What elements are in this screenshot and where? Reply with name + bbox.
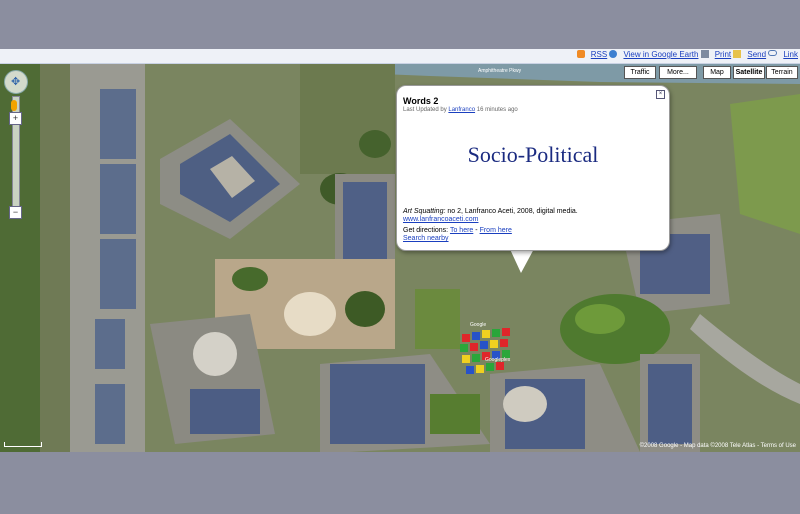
- zoom-in-button[interactable]: +: [9, 112, 22, 125]
- pan-arrows-icon: ✥: [11, 76, 21, 88]
- google-earth-icon: [609, 50, 618, 58]
- rss-link[interactable]: RSS: [591, 50, 607, 59]
- toolbar-links: RSS View in Google Earth Print Send Link: [576, 50, 798, 59]
- map-label-googleplex: Googleplex: [485, 357, 511, 363]
- artwork-title: Art Squatting:: [403, 208, 446, 215]
- search-nearby-link[interactable]: Search nearby: [403, 235, 449, 242]
- send-icon: [733, 50, 742, 58]
- map-type-map-button[interactable]: Map: [703, 66, 731, 79]
- updated-time: 16 minutes ago: [476, 107, 518, 113]
- artwork-details: no 2, Lanfranco Aceti, 2008, digital med…: [445, 208, 578, 215]
- map-toolbar: RSS View in Google Earth Print Send Link: [0, 49, 800, 64]
- close-icon[interactable]: ×: [656, 90, 665, 99]
- info-window: × Words 2 Last Updated by Lanfranco 16 m…: [396, 85, 670, 251]
- map-type-satellite-button[interactable]: Satellite: [733, 66, 765, 79]
- last-updated: Last Updated by Lanfranco 16 minutes ago: [403, 107, 518, 113]
- directions: Get directions: To here - From here: [403, 227, 512, 234]
- directions-label: Get directions:: [403, 227, 449, 234]
- author-link[interactable]: Lanfranco: [448, 107, 475, 113]
- map-label-google: Google: [470, 322, 486, 328]
- street-view-pegman-icon[interactable]: [11, 100, 17, 111]
- from-here-link[interactable]: From here: [480, 227, 512, 234]
- info-window-title: Words 2: [403, 96, 439, 106]
- updated-prefix: Last Updated by: [403, 107, 447, 113]
- view-in-google-earth-link[interactable]: View in Google Earth: [623, 50, 698, 59]
- info-window-heading: Socio-Political: [467, 142, 599, 167]
- rss-icon: [576, 50, 585, 58]
- send-link[interactable]: Send: [747, 50, 766, 59]
- zoom-out-button[interactable]: −: [9, 206, 22, 219]
- link-link[interactable]: Link: [783, 50, 798, 59]
- more-button[interactable]: More...: [659, 66, 697, 79]
- print-link[interactable]: Print: [715, 50, 731, 59]
- traffic-button[interactable]: Traffic: [624, 66, 656, 79]
- map-label-road: Amphitheatre Pkwy: [478, 68, 522, 74]
- link-icon: [768, 50, 778, 56]
- map-type-terrain-button[interactable]: Terrain: [766, 66, 798, 79]
- map-scale-bar: [4, 442, 42, 447]
- artwork-caption: Art Squatting: no 2, Lanfranco Aceti, 20…: [403, 208, 578, 215]
- website-link[interactable]: www.lanfrancoaceti.com: [403, 216, 478, 223]
- print-icon: [700, 50, 709, 58]
- map-copyright: ©2008 Google - Map data ©2008 Tele Atlas…: [639, 443, 796, 449]
- to-here-link[interactable]: To here: [450, 227, 473, 234]
- pan-control[interactable]: ✥: [4, 70, 28, 94]
